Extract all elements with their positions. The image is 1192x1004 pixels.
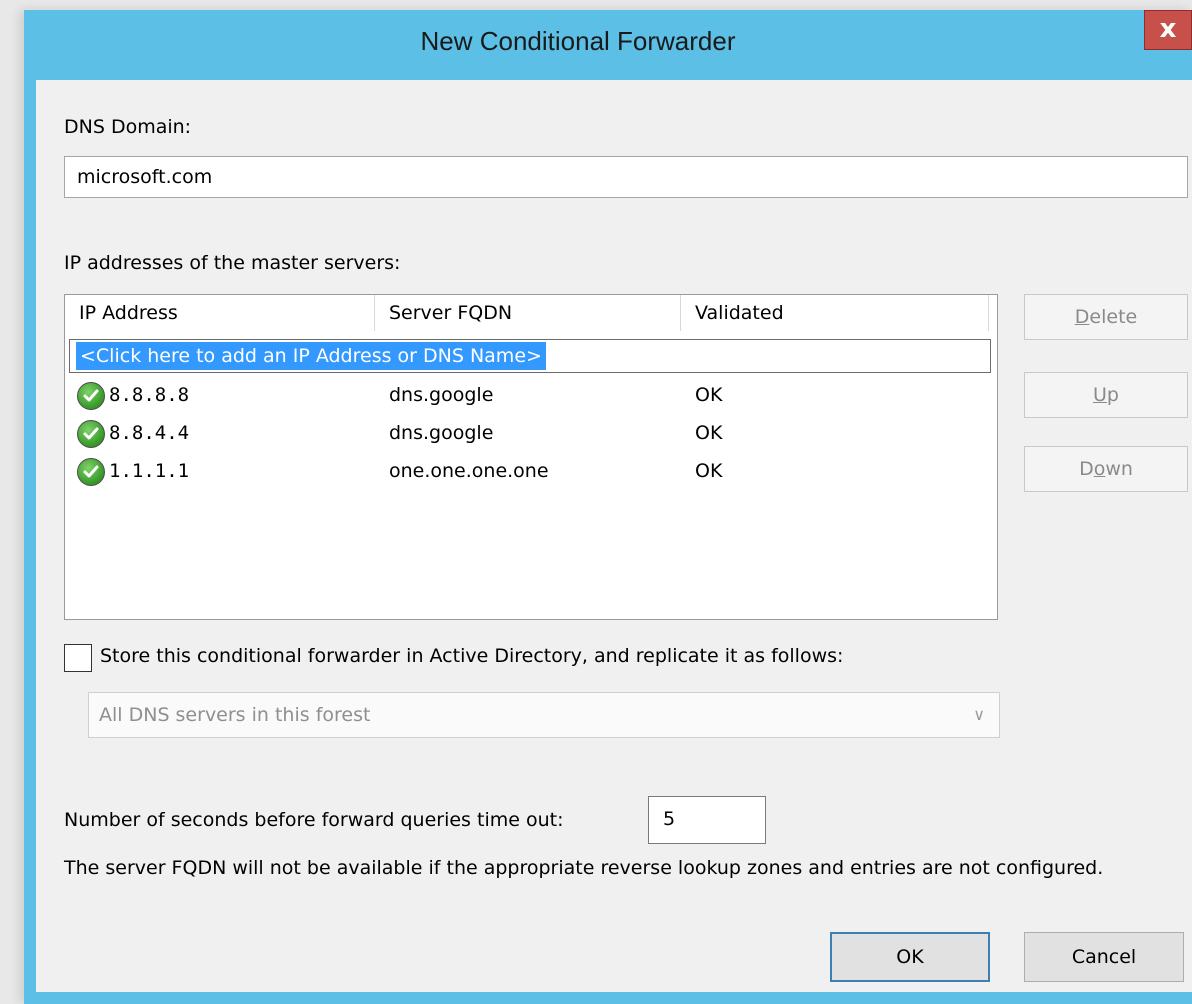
column-header-server-fqdn[interactable]: Server FQDN bbox=[375, 295, 681, 331]
server-row[interactable]: 1.1.1.1 one.one.one.one OK bbox=[65, 455, 985, 493]
check-icon bbox=[77, 420, 105, 448]
column-header-ip-address[interactable]: IP Address bbox=[65, 295, 375, 331]
column-header-validated[interactable]: Validated bbox=[681, 295, 989, 331]
down-label-post: wn bbox=[1105, 458, 1133, 480]
server-ip: 8.8.4.4 bbox=[109, 422, 190, 444]
replication-scope-value: All DNS servers in this forest bbox=[99, 704, 371, 726]
down-button[interactable]: Down bbox=[1024, 446, 1188, 492]
dialog-window: New Conditional Forwarder x DNS Domain: … bbox=[24, 10, 1192, 1004]
down-accel-key: o bbox=[1093, 458, 1106, 480]
master-servers-label: IP addresses of the master servers: bbox=[64, 252, 401, 274]
title-bar[interactable]: New Conditional Forwarder x bbox=[24, 10, 1192, 80]
delete-accel-key: D bbox=[1074, 306, 1090, 328]
dns-domain-input[interactable]: microsoft.com bbox=[64, 156, 1188, 198]
add-server-row[interactable]: <Click here to add an IP Address or DNS … bbox=[69, 339, 991, 373]
down-label-pre: D bbox=[1079, 458, 1094, 480]
store-in-ad-checkbox[interactable] bbox=[64, 644, 92, 672]
check-icon bbox=[77, 382, 105, 410]
server-validated: OK bbox=[695, 384, 723, 406]
server-ip: 8.8.8.8 bbox=[109, 384, 190, 406]
server-fqdn: dns.google bbox=[389, 384, 494, 406]
close-button[interactable]: x bbox=[1144, 10, 1192, 50]
dns-domain-label: DNS Domain: bbox=[64, 116, 192, 138]
server-fqdn: one.one.one.one bbox=[389, 460, 549, 482]
timeout-input[interactable]: 5 bbox=[648, 796, 766, 844]
cancel-button[interactable]: Cancel bbox=[1024, 932, 1184, 982]
dialog-client-area: DNS Domain: microsoft.com IP addresses o… bbox=[36, 80, 1192, 992]
server-row[interactable]: 8.8.8.8 dns.google OK bbox=[65, 379, 985, 417]
replication-scope-dropdown[interactable]: All DNS servers in this forest ∨ bbox=[88, 692, 1000, 738]
server-fqdn: dns.google bbox=[389, 422, 494, 444]
ok-button[interactable]: OK bbox=[830, 932, 990, 982]
dialog-title: New Conditional Forwarder bbox=[420, 26, 736, 56]
add-server-prompt[interactable]: <Click here to add an IP Address or DNS … bbox=[76, 342, 546, 370]
chevron-down-icon: ∨ bbox=[973, 705, 985, 724]
up-button[interactable]: Up bbox=[1024, 372, 1188, 418]
up-label-post: p bbox=[1106, 384, 1119, 406]
delete-button[interactable]: Delete bbox=[1024, 294, 1188, 340]
up-accel-key: U bbox=[1093, 384, 1107, 406]
server-row[interactable]: 8.8.4.4 dns.google OK bbox=[65, 417, 985, 455]
store-in-ad-label[interactable]: Store this conditional forwarder in Acti… bbox=[100, 645, 843, 667]
timeout-label: Number of seconds before forward queries… bbox=[64, 809, 564, 831]
check-icon bbox=[77, 458, 105, 486]
delete-label-post: elete bbox=[1089, 306, 1138, 328]
master-servers-list[interactable]: IP Address Server FQDN Validated <Click … bbox=[64, 294, 998, 620]
server-ip: 1.1.1.1 bbox=[109, 460, 190, 482]
server-validated: OK bbox=[695, 422, 723, 444]
fqdn-note: The server FQDN will not be available if… bbox=[64, 857, 1104, 879]
server-validated: OK bbox=[695, 460, 723, 482]
